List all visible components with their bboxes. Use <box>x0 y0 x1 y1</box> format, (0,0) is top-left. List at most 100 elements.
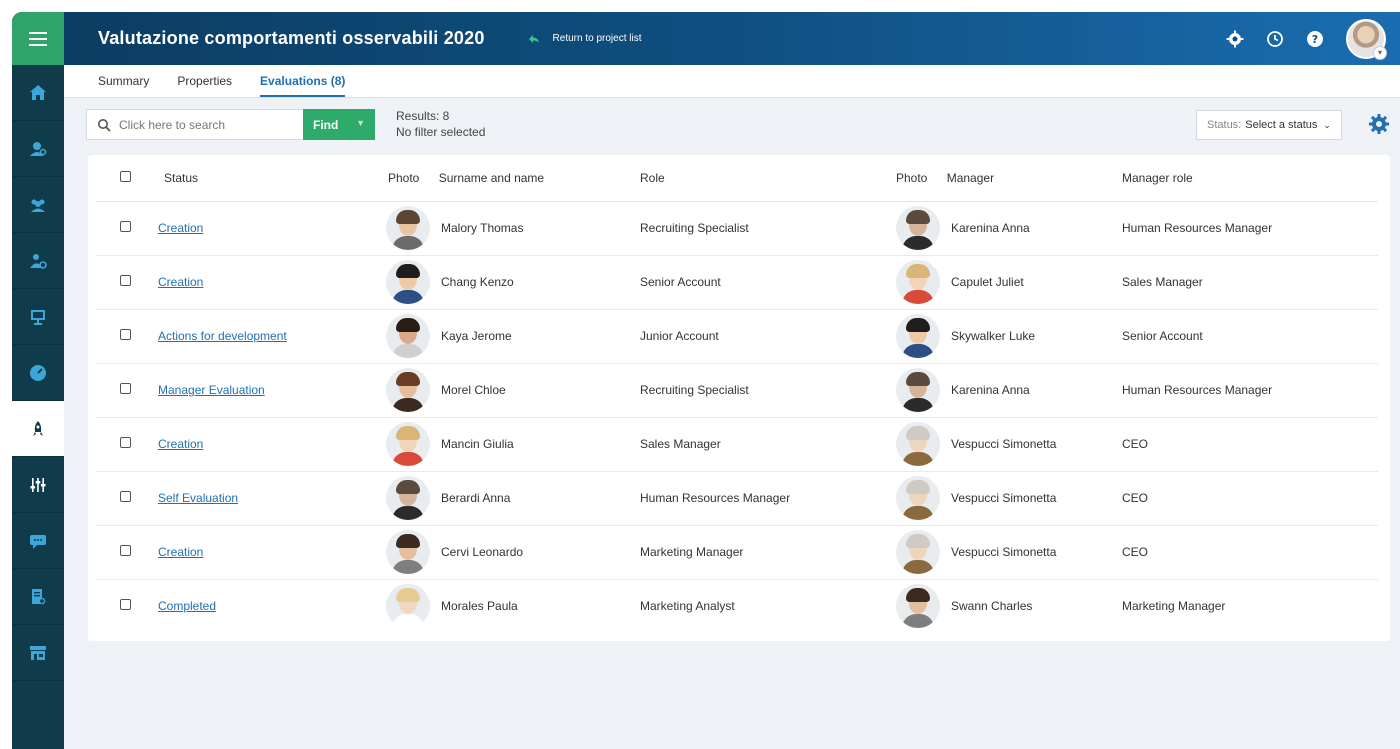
employee-name: Kaya Jerome <box>441 329 512 343</box>
manager-role: Marketing Manager <box>1122 599 1226 614</box>
manager-role: CEO <box>1122 437 1149 451</box>
header-bar: Valutazione comportamenti osservabili 20… <box>64 12 1400 65</box>
manager-photo <box>896 530 940 574</box>
return-label: Return to project list <box>552 33 642 44</box>
tab-properties[interactable]: Properties <box>177 74 232 97</box>
manager-photo <box>896 260 940 304</box>
tab-evaluations[interactable]: Evaluations (8) <box>260 74 346 97</box>
column-header-photo-manager[interactable]: Photo Manager <box>896 155 1122 202</box>
home-icon <box>30 84 46 100</box>
employee-photo <box>386 314 430 358</box>
sidebar-item-presentation[interactable] <box>12 289 64 345</box>
row-checkbox[interactable] <box>120 599 131 611</box>
clock-icon <box>1267 30 1283 47</box>
sidebar-item-sliders[interactable] <box>12 457 64 513</box>
manager-name: Capulet Juliet <box>951 275 1024 289</box>
chevron-down-icon: ▾ <box>1373 45 1387 60</box>
chevron-down-icon[interactable]: ▼ <box>356 118 365 128</box>
chevron-down-icon: ⌄ <box>1323 119 1331 130</box>
table-row[interactable]: Creation Mancin Giulia Sales Manager Vespuc… <box>96 417 1378 472</box>
row-checkbox[interactable] <box>120 545 131 556</box>
status-filter-label: Status: <box>1207 119 1242 131</box>
manager-photo <box>896 584 940 629</box>
status-link[interactable]: Creation <box>158 545 203 559</box>
employee-name: Mancin Giulia <box>441 437 514 451</box>
column-header-photo: Photo <box>388 170 420 185</box>
column-header-photo-name[interactable]: Photo Surname and name <box>386 155 640 202</box>
table-row[interactable]: Manager Evaluation Morel Chloe Recruiting … <box>96 363 1378 418</box>
sidebar-item-store[interactable] <box>12 625 64 681</box>
report-search-icon <box>32 588 46 604</box>
sidebar-item-user-settings[interactable] <box>12 233 64 289</box>
manager-photo <box>896 476 940 520</box>
table-row[interactable]: Creation Malory Thomas Recruiting Speciali… <box>96 201 1378 256</box>
search-input[interactable]: Click here to search <box>86 109 304 140</box>
column-header-name: Surname and name <box>438 170 545 185</box>
user-avatar[interactable]: ▾ <box>1346 18 1387 60</box>
employee-photo <box>386 422 430 466</box>
employee-role: Human Resources Manager <box>640 491 791 505</box>
employee-name: Morales Paula <box>441 599 518 614</box>
status-link[interactable]: Creation <box>158 437 203 451</box>
status-filter-select[interactable]: Status: Select a status ⌄ <box>1196 110 1342 140</box>
sidebar-item-people-search[interactable] <box>12 121 64 177</box>
row-checkbox[interactable] <box>120 383 131 394</box>
table-row[interactable]: Self Evaluation Berardi Anna Human Resourc… <box>96 471 1378 526</box>
row-checkbox[interactable] <box>120 437 131 448</box>
tab-summary[interactable]: Summary <box>98 74 149 97</box>
status-link[interactable]: Self Evaluation <box>158 491 238 505</box>
row-checkbox[interactable] <box>120 329 131 340</box>
column-header-manager: Manager <box>946 170 995 185</box>
table-header-row: Status Photo Surname and name Role Photo… <box>96 155 1378 202</box>
status-filter-value: Select a status <box>1245 119 1318 131</box>
menu-button[interactable] <box>12 12 64 65</box>
row-checkbox[interactable] <box>120 221 131 232</box>
return-to-project-list-link[interactable]: Return to project list <box>527 32 642 46</box>
sliders-icon <box>30 477 46 492</box>
employee-name: Morel Chloe <box>441 383 506 397</box>
manager-name: Karenina Anna <box>951 221 1030 235</box>
manager-role: Senior Account <box>1122 329 1203 343</box>
sidebar-item-dashboard[interactable] <box>12 345 64 401</box>
table-row[interactable]: Completed Morales Paula Marketing Analyst S… <box>96 579 1378 633</box>
employee-photo <box>386 530 430 574</box>
settings-button[interactable] <box>1226 30 1244 48</box>
row-checkbox[interactable] <box>120 275 131 286</box>
table-row[interactable]: Creation Cervi Leonardo Marketing Manager V… <box>96 525 1378 580</box>
sidebar-item-chat[interactable] <box>12 513 64 569</box>
find-label: Find <box>313 117 339 132</box>
sidebar-item-rocket[interactable] <box>12 401 64 457</box>
employee-name: Malory Thomas <box>441 221 524 235</box>
column-header-manager-role[interactable]: Manager role <box>1122 155 1378 202</box>
sidebar-item-team[interactable] <box>12 177 64 233</box>
status-link[interactable]: Creation <box>158 221 203 235</box>
select-all-checkbox[interactable] <box>120 170 131 182</box>
chat-icon <box>30 534 46 549</box>
toolbar: Click here to search Find ▼ Results: 8 N… <box>86 108 1390 142</box>
results-count: Results: 8 <box>396 109 450 123</box>
search-icon <box>98 118 111 132</box>
column-header-role[interactable]: Role <box>640 155 896 202</box>
sidebar <box>12 12 64 749</box>
sidebar-item-report-search[interactable] <box>12 569 64 625</box>
back-arrow-icon <box>528 34 539 43</box>
history-button[interactable] <box>1266 30 1284 48</box>
status-link[interactable]: Completed <box>158 599 216 613</box>
row-checkbox[interactable] <box>120 491 131 502</box>
employee-photo <box>386 584 430 629</box>
find-button[interactable]: Find ▼ <box>303 109 375 140</box>
table-row[interactable]: Actions for development Kaya Jerome Junior… <box>96 309 1378 364</box>
manager-role: Human Resources Manager <box>1122 383 1273 397</box>
status-link[interactable]: Creation <box>158 275 203 289</box>
manager-photo <box>896 422 940 466</box>
status-link[interactable]: Manager Evaluation <box>158 383 265 397</box>
status-link[interactable]: Actions for development <box>158 329 287 343</box>
table-settings-button[interactable] <box>1368 113 1390 135</box>
help-button[interactable]: ? <box>1306 30 1324 48</box>
svg-text:?: ? <box>1312 33 1318 46</box>
sidebar-item-home[interactable] <box>12 65 64 121</box>
gear-icon <box>1226 30 1244 47</box>
column-header-status[interactable]: Status <box>156 155 386 202</box>
evaluations-table-card: Status Photo Surname and name Role Photo… <box>88 155 1390 641</box>
table-row[interactable]: Creation Chang Kenzo Senior Account Capulet… <box>96 255 1378 310</box>
